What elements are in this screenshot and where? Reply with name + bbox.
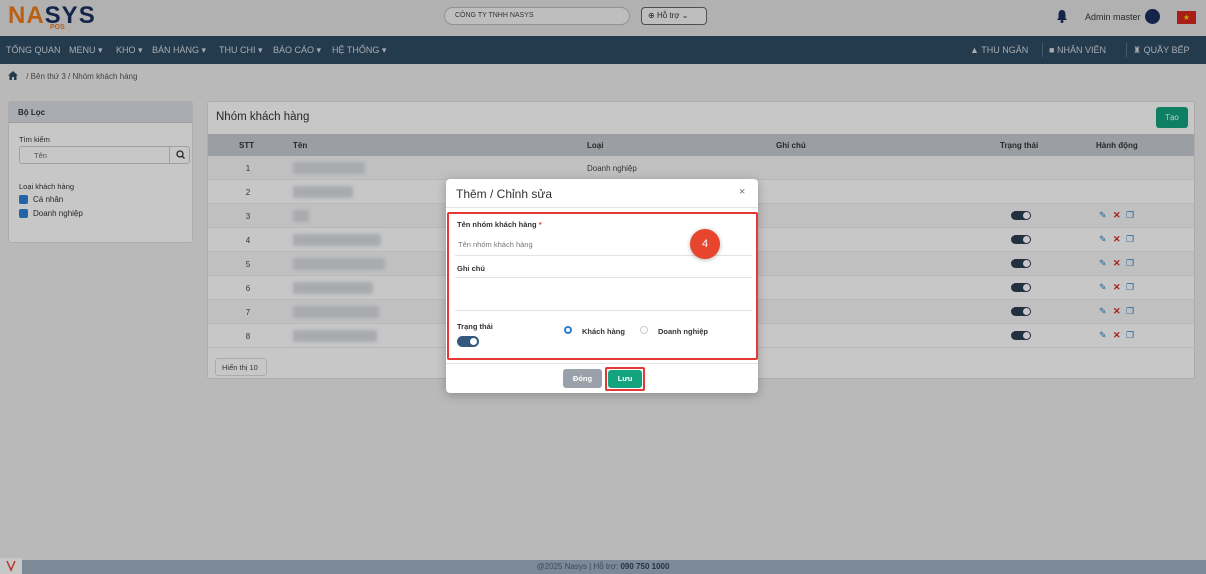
radio-business[interactable] <box>640 326 648 334</box>
radio-business-label[interactable]: Doanh nghiệp <box>658 327 708 336</box>
radio-customer-label[interactable]: Khách hàng <box>582 327 625 336</box>
group-name-label: Tên nhóm khách hàng * <box>457 220 542 229</box>
edit-dialog: Thêm / Chỉnh sửa × Tên nhóm khách hàng *… <box>446 179 758 393</box>
group-name-label-text: Tên nhóm khách hàng <box>457 220 537 229</box>
radio-customer[interactable] <box>564 326 572 334</box>
note-label: Ghi chú <box>457 264 485 273</box>
required-marker: * <box>538 220 542 229</box>
close-button[interactable]: Đóng <box>563 369 602 388</box>
divider <box>446 363 758 364</box>
dialog-title: Thêm / Chỉnh sửa <box>456 187 553 201</box>
status-label: Trạng thái <box>457 322 493 331</box>
save-button[interactable]: Lưu <box>608 370 642 388</box>
step-badge: 4 <box>690 229 720 259</box>
close-icon[interactable]: × <box>739 186 745 198</box>
status-toggle[interactable] <box>457 336 479 347</box>
note-textarea[interactable] <box>455 277 752 311</box>
divider <box>446 207 758 208</box>
